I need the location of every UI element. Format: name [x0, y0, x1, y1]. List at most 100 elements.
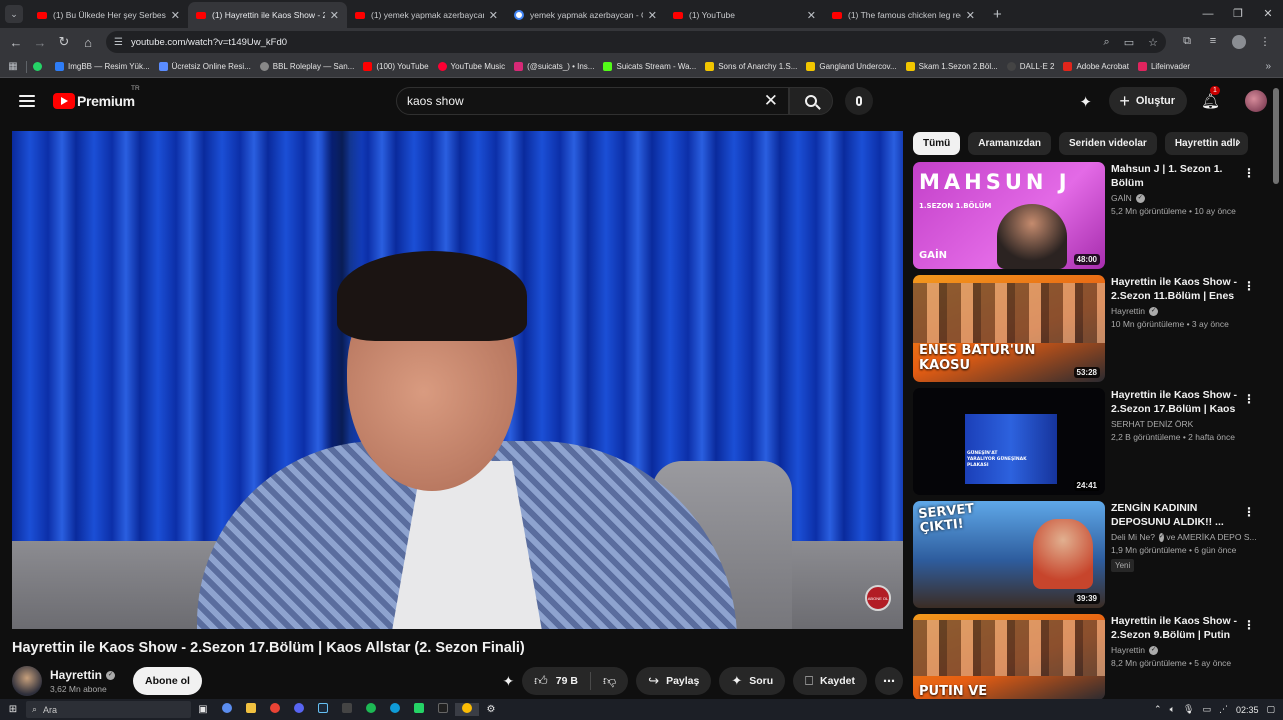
browser-tab-active[interactable]: (1) Hayrettin ile Kaos Show - 2.S ✕	[188, 2, 347, 28]
chip-all[interactable]: Tümü	[913, 131, 961, 155]
channel-name[interactable]: Hayrettin ✓	[50, 668, 116, 682]
cast-icon[interactable]: ▭	[1124, 36, 1134, 49]
more-options-icon[interactable]: ⋮	[1243, 618, 1255, 632]
bookmark-item[interactable]: Gangland Undercov...	[806, 62, 897, 71]
recommendation-channel[interactable]: SERHAT DENİZ ÖRK	[1111, 419, 1241, 429]
windows-start-icon[interactable]: ⊞	[0, 704, 26, 715]
bookmark-item[interactable]: Ücretsiz Online Resi...	[158, 62, 251, 71]
recommendation-title[interactable]: ZENGİN KADININ DEPOSUNU ALDIK!! ...	[1111, 501, 1241, 529]
recommendation-channel[interactable]: Hayrettin ✓	[1111, 306, 1241, 316]
network-icon[interactable]: ⋰	[1219, 704, 1228, 715]
chevron-right-icon[interactable]: ›	[1236, 133, 1254, 149]
bookmark-item[interactable]: Adobe Acrobat	[1063, 62, 1129, 71]
clock-time[interactable]: 02:35	[1236, 705, 1259, 715]
microphone-tray-icon[interactable]: 🎙︎	[1183, 704, 1194, 715]
bookmark-item[interactable]: Sons of Anarchy 1.S...	[705, 62, 797, 71]
recommendation-item[interactable]: MAHSUN J 1.SEZON 1.BÖLÜM GAİN 48:00 Mahs…	[913, 162, 1263, 275]
recommendation-channel[interactable]: Hayrettin ✓	[1111, 645, 1241, 655]
video-thumbnail[interactable]: GÜNEŞİN'AT YARALIYOR GÜNEŞİNAK PLAKASI 2…	[913, 388, 1105, 495]
bookmark-star-icon[interactable]: ☆	[1148, 36, 1158, 49]
spotify-icon[interactable]	[359, 703, 383, 716]
terminal-icon[interactable]	[431, 703, 455, 716]
tab-search-button[interactable]: ⌄	[5, 5, 23, 23]
new-tab-button[interactable]: +	[993, 6, 1002, 23]
search-input[interactable]: kaos show ✕	[396, 87, 789, 115]
bookmark-item[interactable]: Skam 1.Sezon 2.Böl...	[905, 62, 998, 71]
bookmark-whatsapp[interactable]	[33, 62, 46, 71]
chrome-active-icon[interactable]	[455, 703, 479, 716]
save-button[interactable]: ⎕ Kaydet	[793, 667, 867, 695]
more-options-icon[interactable]: ⋮	[1243, 505, 1255, 519]
edge-icon[interactable]	[383, 703, 407, 716]
display-icon[interactable]: ▭	[1202, 704, 1211, 715]
menu-icon[interactable]	[19, 92, 35, 110]
bookmark-item[interactable]: BBL Roleplay — San...	[259, 62, 354, 71]
notifications-bell-icon[interactable]: 🔔︎ 1	[1201, 86, 1221, 110]
bookmark-item[interactable]: DALL·E 2	[1006, 62, 1054, 71]
close-tab-icon[interactable]: ✕	[966, 9, 975, 22]
copilot-icon[interactable]	[215, 703, 239, 716]
browser-tab[interactable]: (1) The famous chicken leg reci ✕	[824, 2, 983, 28]
home-icon[interactable]: ⌂	[76, 35, 100, 50]
close-tab-icon[interactable]: ✕	[807, 9, 816, 22]
bookmark-item[interactable]: Lifeinvader	[1137, 62, 1190, 71]
share-button[interactable]: ↪ Paylaş	[636, 667, 712, 695]
close-window-icon[interactable]: ✕	[1253, 0, 1283, 28]
notification-center-icon[interactable]: ▢	[1266, 704, 1275, 715]
recommendation-title[interactable]: Mahsun J | 1. Sezon 1. Bölüm	[1111, 162, 1241, 190]
settings-gear-icon[interactable]: ⚙	[479, 704, 503, 715]
profile-avatar[interactable]	[1232, 35, 1246, 49]
video-thumbnail[interactable]: MAHSUN J 1.SEZON 1.BÖLÜM GAİN 48:00	[913, 162, 1105, 269]
more-options-icon[interactable]: ⋮	[1243, 166, 1255, 180]
site-info-icon[interactable]: ☰	[114, 37, 123, 48]
youtube-logo[interactable]: Premium TR	[53, 85, 140, 109]
browser-tab[interactable]: (1) Bu Ülkede Her şey Serbest « ✕	[29, 2, 188, 28]
video-thumbnail[interactable]: PUTIN VE	[913, 614, 1105, 700]
channel-watermark[interactable]: ABONE OL	[865, 585, 891, 611]
close-tab-icon[interactable]: ✕	[489, 9, 498, 22]
browser-tab[interactable]: yemek yapmak azerbaycan - Go ✕	[506, 2, 665, 28]
video-thumbnail[interactable]: ENES BATUR'UN KAOSU 53:28	[913, 275, 1105, 382]
chip-series[interactable]: Seriden videolar	[1059, 131, 1157, 155]
channel-avatar[interactable]	[12, 666, 42, 696]
close-tab-icon[interactable]: ✕	[171, 9, 180, 22]
search-button[interactable]	[789, 87, 833, 115]
speaker-icon[interactable]: 🔈︎	[1170, 704, 1175, 715]
ask-ai-sparkle-icon[interactable]: ✦	[502, 673, 514, 690]
recommendation-item[interactable]: SERVET ÇIKTI! 39:39 ZENGİN KADININ DEPOS…	[913, 501, 1263, 614]
subscribe-button[interactable]: Abone ol	[133, 667, 202, 695]
like-button[interactable]: 👍︎ 79 B	[522, 672, 591, 690]
discord-icon[interactable]	[287, 703, 311, 716]
back-icon[interactable]: ←	[4, 35, 28, 50]
bookmark-item[interactable]: ImgBB — Resim Yük...	[55, 62, 150, 71]
more-actions-icon[interactable]: ⋯	[875, 667, 903, 695]
more-options-icon[interactable]: ⋮	[1243, 392, 1255, 406]
recommendation-title[interactable]: Hayrettin ile Kaos Show - 2.Sezon 11.Böl…	[1111, 275, 1241, 303]
chrome-icon[interactable]	[263, 703, 287, 716]
whatsapp-icon[interactable]	[407, 703, 431, 716]
bookmark-item[interactable]: (@suicats_) • Ins...	[514, 62, 594, 71]
ask-button[interactable]: ✦ Soru	[719, 667, 786, 695]
clear-search-icon[interactable]: ✕	[764, 91, 778, 111]
taskbar-search-input[interactable]: ⌕ Ara	[26, 701, 191, 718]
gemini-sparkle-icon[interactable]: ✦	[1079, 93, 1095, 111]
bookmark-item[interactable]: YouTube Music	[437, 62, 505, 71]
reload-icon[interactable]: ↻	[52, 34, 76, 50]
recommendation-channel[interactable]: Deli Mi Ne? ✓ ve AMERİKA DEPO S...	[1111, 532, 1257, 542]
maximize-icon[interactable]: ❐	[1223, 0, 1253, 28]
file-explorer-icon[interactable]	[239, 703, 263, 716]
extensions-icon[interactable]: ⧉	[1174, 35, 1200, 49]
zoom-icon[interactable]: ⌕	[1104, 36, 1110, 49]
account-avatar[interactable]	[1245, 90, 1267, 112]
video-player[interactable]: ABONE OL	[12, 131, 903, 629]
more-bookmarks-icon[interactable]: »	[1265, 61, 1271, 72]
recommendation-title[interactable]: Hayrettin ile Kaos Show - 2.Sezon 17.Böl…	[1111, 388, 1241, 416]
forward-icon[interactable]: →	[28, 35, 52, 50]
url-bar[interactable]: ☰ youtube.com/watch?v=t149Uw_kFd0 ⌕ ▭ ☆	[106, 31, 1166, 53]
browser-tab[interactable]: (1) yemek yapmak azerbaycan ✕	[347, 2, 506, 28]
steam-icon[interactable]	[311, 703, 335, 716]
browser-menu-icon[interactable]: ⋮	[1252, 35, 1278, 49]
calculator-icon[interactable]	[335, 703, 359, 716]
voice-search-button[interactable]	[845, 87, 873, 115]
recommendation-channel[interactable]: GAİN ✓	[1111, 193, 1241, 203]
